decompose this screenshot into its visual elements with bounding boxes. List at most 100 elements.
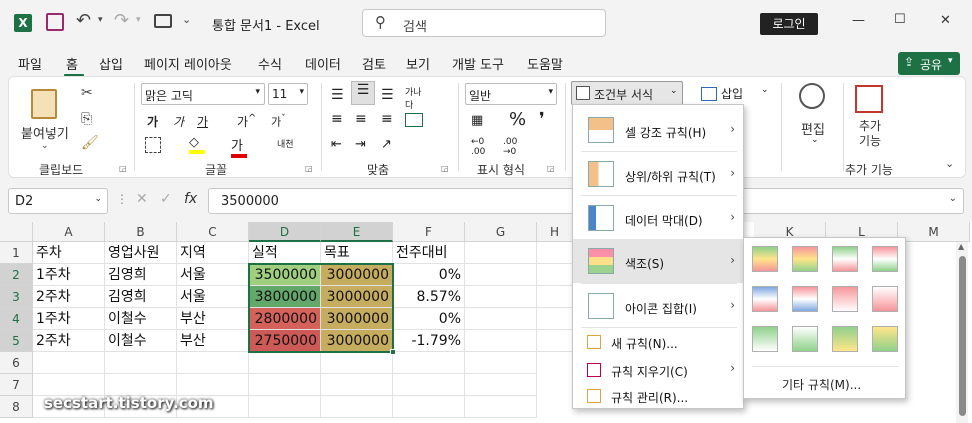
alignment-launcher-icon[interactable]: ◲ <box>441 164 449 173</box>
cell-f5[interactable]: -1.79% <box>393 330 465 352</box>
row-header-2[interactable]: 2 <box>0 264 33 286</box>
align-right-icon[interactable]: ≡ <box>381 111 393 127</box>
tab-data[interactable]: 데이터 <box>305 54 341 73</box>
more-rules-item[interactable]: 기타 규칙(M)... <box>782 376 861 393</box>
cell-a7[interactable] <box>33 374 105 396</box>
column-header-a[interactable]: A <box>33 222 105 242</box>
align-center-icon[interactable]: ≡ <box>355 111 367 127</box>
percent-button[interactable]: % <box>509 109 526 130</box>
camera-icon[interactable] <box>154 14 172 28</box>
cell-g2[interactable] <box>465 264 537 286</box>
increase-decimal-icon[interactable]: ←0.00 <box>471 137 485 157</box>
column-header-d[interactable]: D <box>249 222 321 242</box>
cell-e6[interactable] <box>321 352 393 374</box>
undo-icon[interactable]: ↶ <box>76 10 91 31</box>
tab-page-layout[interactable]: 페이지 레이아웃 <box>144 54 232 73</box>
cell-h1[interactable] <box>537 242 573 264</box>
number-format-select[interactable]: 일반 ▾ <box>465 83 557 105</box>
cell-b4[interactable]: 이철수 <box>105 308 177 330</box>
column-header-e[interactable]: E <box>321 222 393 242</box>
scrollbar-thumb[interactable] <box>959 256 966 416</box>
color-scale-option[interactable] <box>752 326 778 352</box>
copy-icon[interactable]: ⎘ <box>81 111 92 127</box>
cell-g6[interactable] <box>465 352 537 374</box>
increase-font-icon[interactable]: 가^ <box>237 113 256 130</box>
editing-search-icon[interactable] <box>799 83 825 109</box>
tab-file[interactable]: 파일 <box>18 54 42 73</box>
cell-a1[interactable]: 주차 <box>33 242 105 264</box>
cell-g7[interactable] <box>465 374 537 396</box>
tab-review[interactable]: 검토 <box>362 54 386 73</box>
cell-f6[interactable] <box>393 352 465 374</box>
row-header-6[interactable]: 6 <box>0 352 33 374</box>
fill-color-icon[interactable]: ◇ <box>189 135 205 154</box>
color-scale-option[interactable] <box>832 326 858 352</box>
cell-a6[interactable] <box>33 352 105 374</box>
row-header-7[interactable]: 7 <box>0 374 33 396</box>
row-header-5[interactable]: 5 <box>0 330 33 352</box>
underline-button[interactable]: 가 <box>197 113 208 130</box>
tab-developer[interactable]: 개발 도구 <box>452 54 504 73</box>
column-header-m[interactable]: M <box>898 222 970 242</box>
cell-b7[interactable] <box>105 374 177 396</box>
merge-icon[interactable] <box>405 113 423 127</box>
chevron-down-icon[interactable]: ⌄ <box>761 85 769 95</box>
menu-item-new-rule[interactable]: 새 규칙(N)... <box>573 329 743 355</box>
indent-increase-icon[interactable]: ⇥ <box>355 137 366 152</box>
color-scale-option[interactable] <box>872 246 898 272</box>
column-header-h[interactable]: H <box>537 222 573 242</box>
maximize-button[interactable]: ☐ <box>894 12 906 27</box>
cell-b1[interactable]: 영업사원 <box>105 242 177 264</box>
tab-home[interactable]: 홈 <box>66 54 78 73</box>
menu-item-manage-rules[interactable]: 규칙 관리(R)... <box>573 383 743 409</box>
enter-icon[interactable]: ✓ <box>160 191 172 207</box>
phonetic-icon[interactable]: 내천 <box>277 137 294 150</box>
column-header-g[interactable]: G <box>465 222 537 242</box>
borders-icon[interactable] <box>145 137 161 153</box>
cell-h5[interactable] <box>537 330 573 352</box>
close-button[interactable]: ✕ <box>940 13 951 28</box>
cell-e8[interactable] <box>321 396 393 418</box>
color-scale-option[interactable] <box>752 246 778 272</box>
row-header-3[interactable]: 3 <box>0 286 33 308</box>
clipboard-launcher-icon[interactable]: ◲ <box>119 164 127 173</box>
font-name-select[interactable]: 맑은 고딕 ▾ <box>141 83 265 105</box>
decrease-decimal-icon[interactable]: .00 →0 <box>503 137 517 157</box>
undo-dropdown-icon[interactable]: ▾ <box>98 15 103 25</box>
font-size-select[interactable]: 11 ▾ <box>268 83 308 105</box>
cell-b3[interactable]: 김영희 <box>105 286 177 308</box>
decrease-font-icon[interactable]: 가ˇ <box>271 113 286 130</box>
cell-f2[interactable]: 0% <box>393 264 465 286</box>
cell-d8[interactable] <box>249 396 321 418</box>
menu-item-data-bars[interactable]: 데이터 막대(D) › <box>573 197 743 239</box>
column-header-f[interactable]: F <box>393 222 465 242</box>
collapse-ribbon-icon[interactable]: ⌄ <box>945 157 954 170</box>
align-middle-icon[interactable]: ☰ <box>351 81 375 105</box>
currency-icon[interactable]: ▦ <box>471 113 483 128</box>
share-button[interactable]: ⇪ 공유 ▾ <box>898 52 960 75</box>
cell-d6[interactable] <box>249 352 321 374</box>
login-button[interactable]: 로그인 <box>760 13 818 35</box>
color-scale-option[interactable] <box>792 326 818 352</box>
cell-d1[interactable]: 실적 <box>249 242 321 264</box>
color-scale-option[interactable] <box>832 286 858 312</box>
menu-item-icon-sets[interactable]: 아이콘 집합(I) › <box>573 285 743 327</box>
cell-a4[interactable]: 1주차 <box>33 308 105 330</box>
cell-h2[interactable] <box>537 264 573 286</box>
cell-b6[interactable] <box>105 352 177 374</box>
comma-icon[interactable]: ❜ <box>539 109 545 130</box>
color-scale-option[interactable] <box>832 246 858 272</box>
indent-decrease-icon[interactable]: ⇤ <box>331 137 342 152</box>
cell-e1[interactable]: 목표 <box>321 242 393 264</box>
cell-a3[interactable]: 2주차 <box>33 286 105 308</box>
tab-help[interactable]: 도움말 <box>527 54 563 73</box>
color-scale-option[interactable] <box>792 246 818 272</box>
paste-button[interactable]: 붙여넣기 <box>21 123 69 142</box>
orientation-icon[interactable]: ↗ <box>381 137 392 152</box>
number-launcher-icon[interactable]: ◲ <box>547 164 555 173</box>
cell-h3[interactable] <box>537 286 573 308</box>
cancel-icon[interactable]: ✕ <box>136 191 148 207</box>
cell-c4[interactable]: 부산 <box>177 308 249 330</box>
cell-f8[interactable] <box>393 396 465 418</box>
insert-function-button[interactable]: fx <box>184 191 197 207</box>
